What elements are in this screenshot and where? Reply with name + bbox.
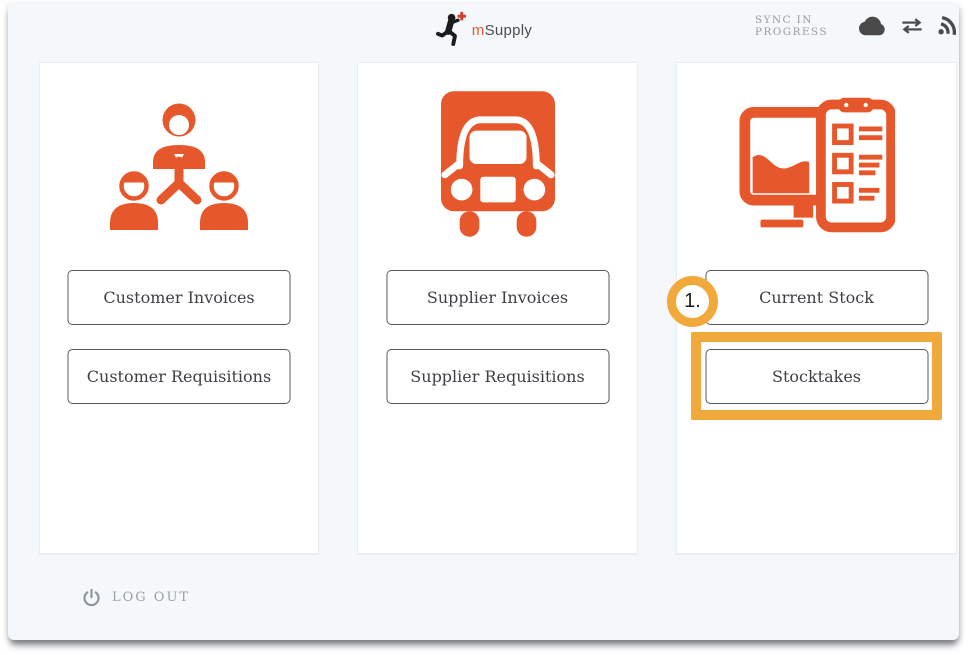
current-stock-button[interactable]: Current Stock — [705, 270, 928, 325]
sync-status-text: SYNC IN PROGRESS — [755, 14, 834, 38]
supplier-card: Supplier Invoices Supplier Requisitions — [357, 62, 638, 554]
msupply-logo-text: mSupply — [472, 22, 532, 39]
step-1-annotation: 1. — [667, 276, 718, 327]
supplier-invoices-button[interactable]: Supplier Invoices — [386, 270, 609, 325]
supplier-requisitions-button[interactable]: Supplier Requisitions — [386, 349, 609, 404]
customers-group-icon — [40, 89, 318, 241]
customer-invoices-button[interactable]: Customer Invoices — [68, 270, 291, 325]
sync-arrows-icon[interactable] — [900, 16, 924, 36]
rss-signal-icon[interactable] — [937, 15, 959, 38]
app-window: mSupply SYNC IN PROGRESS — [8, 2, 959, 640]
sync-status-area[interactable]: SYNC IN PROGRESS — [755, 14, 959, 38]
logout-label: LOG OUT — [112, 590, 190, 605]
customer-requisitions-button[interactable]: Customer Requisitions — [68, 349, 291, 404]
monitor-clipboard-icon — [677, 89, 956, 241]
customer-card: Customer Invoices Customer Requisitions — [39, 62, 319, 554]
delivery-truck-icon — [358, 89, 637, 241]
logout-button[interactable]: LOG OUT — [82, 588, 190, 607]
power-icon — [82, 588, 101, 607]
stocktakes-button[interactable]: Stocktakes — [705, 349, 928, 404]
step-1-label: 1. — [684, 290, 701, 313]
msupply-runner-icon — [435, 10, 469, 50]
stock-card: Current Stock Stocktakes — [676, 62, 957, 554]
cloud-icon[interactable] — [856, 15, 887, 37]
